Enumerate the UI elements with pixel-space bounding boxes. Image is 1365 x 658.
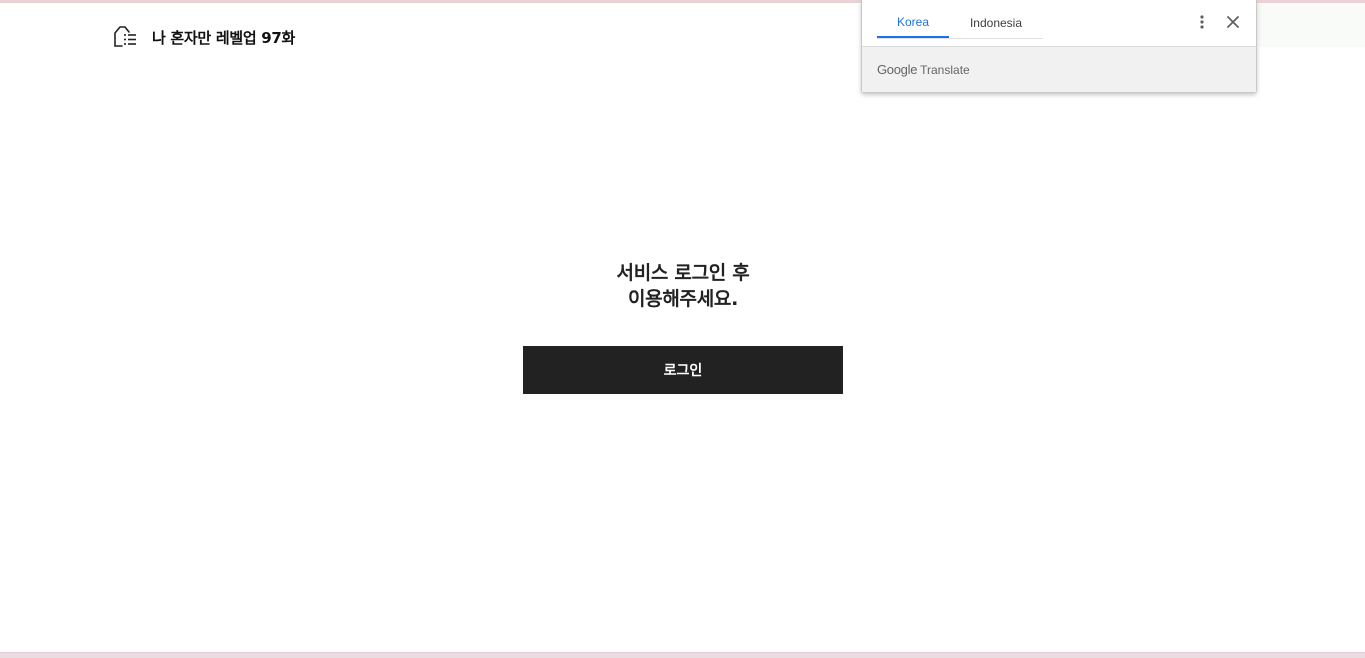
login-button[interactable]: 로그인 bbox=[523, 346, 843, 394]
translate-language-tabs: Korea Indonesia bbox=[877, 8, 1043, 39]
translate-footer: Google Translate bbox=[862, 46, 1256, 92]
google-logo: Google bbox=[877, 62, 918, 77]
tab-indonesia[interactable]: Indonesia bbox=[949, 8, 1043, 38]
tab-korea-label: Korea bbox=[896, 15, 930, 29]
right-edge-tint bbox=[1258, 3, 1365, 47]
login-button-label: 로그인 bbox=[663, 363, 703, 379]
close-icon bbox=[1227, 16, 1239, 28]
google-translate-popup: Korea Indonesia Google Translate bbox=[861, 0, 1257, 93]
close-button[interactable] bbox=[1223, 12, 1243, 32]
tab-korea[interactable]: Korea bbox=[877, 8, 949, 38]
page-header: 나 혼자만 레벨업 97화 bbox=[112, 24, 295, 50]
login-required-notice: 서비스 로그인 후 이용해주세요. bbox=[483, 260, 883, 312]
bottom-border bbox=[0, 652, 1365, 658]
episode-title: 나 혼자만 레벨업 97화 bbox=[152, 28, 296, 47]
more-options-button[interactable] bbox=[1192, 12, 1212, 32]
more-vert-icon bbox=[1200, 15, 1204, 29]
episode-list-icon[interactable] bbox=[112, 24, 138, 50]
notice-line-1: 서비스 로그인 후 bbox=[616, 262, 750, 284]
notice-line-2: 이용해주세요. bbox=[628, 288, 738, 310]
tab-indonesia-label: Indonesia bbox=[969, 16, 1023, 30]
translate-product-label: Translate bbox=[920, 62, 970, 77]
